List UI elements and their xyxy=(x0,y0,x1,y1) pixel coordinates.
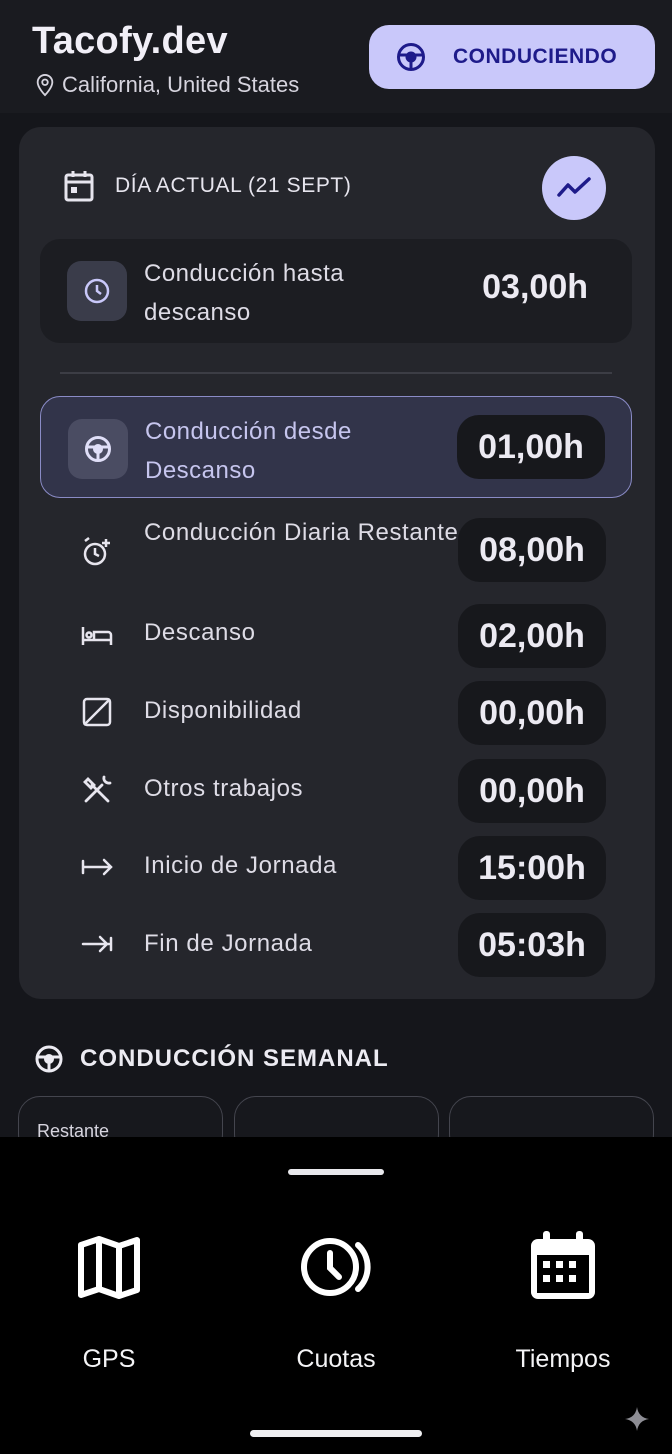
hammer-wrench-icon xyxy=(78,771,116,809)
steering-wheel-icon xyxy=(35,1045,63,1073)
row-value-pill: 05:03h xyxy=(458,913,606,977)
row-driving-until-rest: Conducción hasta descanso 03,00h xyxy=(40,239,632,343)
row-end-of-day: Fin de Jornada 05:03h xyxy=(40,906,632,984)
row-label: Otros trabajos xyxy=(144,775,304,802)
weekly-driving-header: CONDUCCIÓN SEMANAL xyxy=(34,1044,389,1074)
row-rest: Descanso 02,00h xyxy=(40,597,632,675)
location-text: California, United States xyxy=(62,72,300,97)
nav-item-gps[interactable]: GPS xyxy=(9,1227,209,1387)
driving-mode-button[interactable]: CONDUCIENDO xyxy=(369,25,655,89)
drag-handle[interactable] xyxy=(288,1169,384,1175)
calendar-icon xyxy=(64,171,94,202)
bed-icon xyxy=(78,616,116,654)
row-label: Conducción Diaria Restante xyxy=(144,519,459,546)
row-label: Disponibilidad xyxy=(144,697,302,724)
current-day-card: DÍA ACTUAL (21 SEPT) Conducción hasta de… xyxy=(19,127,655,999)
row-driving-since-rest: Conducción desde Descanso 01,00h xyxy=(40,396,632,498)
divider xyxy=(60,372,612,374)
app-header: Tacofy.dev California, United States CON… xyxy=(0,0,672,113)
row-label: Conducción desde Descanso xyxy=(145,418,352,484)
clock-icon xyxy=(84,278,110,304)
nav-item-quotas[interactable]: Cuotas xyxy=(236,1227,436,1387)
trend-button[interactable] xyxy=(542,156,606,220)
arrow-right-to-bar-icon xyxy=(78,925,116,963)
nav-item-times[interactable]: Tiempos xyxy=(463,1227,663,1387)
calendar-icon xyxy=(531,1231,595,1299)
row-value-pill: 02,00h xyxy=(458,604,606,668)
clock-icon-tile xyxy=(67,261,127,321)
row-daily-driving-remaining: Conducción Diaria Restante 08,00h xyxy=(40,511,632,589)
day-title: DÍA ACTUAL (21 SEPT) xyxy=(115,174,352,197)
arrow-right-from-bar-icon xyxy=(78,848,116,886)
bottom-navigation: GPS Cuotas Tiempos xyxy=(0,1137,672,1454)
clock-quota-icon xyxy=(301,1238,371,1296)
location: California, United States xyxy=(34,72,299,98)
row-label: Descanso xyxy=(144,619,256,646)
nav-label: GPS xyxy=(82,1345,136,1373)
row-value-pill: 08,00h xyxy=(458,518,606,582)
driving-mode-label: CONDUCIENDO xyxy=(453,45,618,68)
nav-label: Tiempos xyxy=(515,1345,611,1373)
row-start-of-day: Inicio de Jornada 15:00h xyxy=(40,829,632,907)
row-other-work: Otros trabajos 00,00h xyxy=(40,752,632,830)
app-title: Tacofy.dev xyxy=(32,20,228,62)
map-icon xyxy=(78,1236,140,1299)
row-value-pill: 00,00h xyxy=(458,681,606,745)
steering-icon-tile xyxy=(68,419,128,479)
weekly-driving-title: CONDUCCIÓN SEMANAL xyxy=(80,1045,389,1072)
nav-label: Cuotas xyxy=(296,1345,376,1373)
home-indicator[interactable] xyxy=(250,1430,422,1437)
steering-wheel-icon xyxy=(85,436,111,462)
availability-icon xyxy=(78,693,116,731)
row-value-pill: 00,00h xyxy=(458,759,606,823)
row-value-pill: 01,00h xyxy=(457,415,605,479)
day-header: DÍA ACTUAL (21 SEPT) xyxy=(63,169,351,203)
row-label: Inicio de Jornada xyxy=(144,852,337,879)
row-value-pill: 15:00h xyxy=(458,836,606,900)
row-value: 03,00h xyxy=(482,268,588,306)
alarm-add-icon xyxy=(78,533,116,571)
trending-icon xyxy=(557,177,591,197)
row-availability: Disponibilidad 00,00h xyxy=(40,674,632,752)
row-label: Conducción hasta descanso xyxy=(144,260,345,326)
row-label: Fin de Jornada xyxy=(144,930,313,957)
sparkle-icon xyxy=(625,1407,649,1431)
steering-wheel-icon xyxy=(397,43,425,71)
location-pin-icon xyxy=(36,74,54,97)
